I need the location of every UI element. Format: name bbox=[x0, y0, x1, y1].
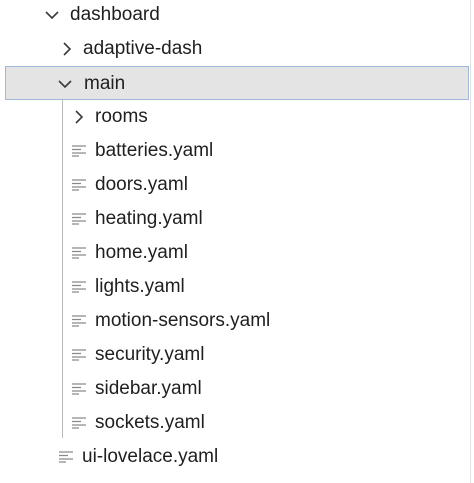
file-lines-icon bbox=[72, 349, 86, 361]
tree-item-home-yaml[interactable]: home.yaml bbox=[0, 236, 474, 270]
tree-item-sockets-yaml[interactable]: sockets.yaml bbox=[0, 406, 474, 440]
tree-item-dashboard[interactable]: dashboard bbox=[0, 0, 474, 32]
chevron-down-icon[interactable] bbox=[57, 76, 73, 92]
file-lines-icon bbox=[72, 281, 86, 293]
tree-item-label: motion-sensors.yaml bbox=[95, 310, 271, 331]
file-lines-icon bbox=[72, 179, 86, 191]
tree-item-label: lights.yaml bbox=[95, 276, 185, 297]
tree-item-lights-yaml[interactable]: lights.yaml bbox=[0, 270, 474, 304]
tree-item-rooms[interactable]: rooms bbox=[0, 100, 474, 134]
tree-item-label: ui-lovelace.yaml bbox=[82, 446, 219, 467]
tree-item-motion-sensors-yaml[interactable]: motion-sensors.yaml bbox=[0, 304, 474, 338]
tree-item-adaptive-dash[interactable]: adaptive-dash bbox=[0, 32, 474, 66]
tree-item-main[interactable]: main bbox=[5, 66, 469, 100]
tree-item-label: security.yaml bbox=[95, 344, 205, 365]
tree-item-label: adaptive-dash bbox=[83, 38, 203, 59]
chevron-right-icon[interactable] bbox=[71, 109, 87, 125]
file-explorer-tree: dashboard adaptive-dash main rooms batte… bbox=[0, 0, 474, 483]
tree-item-batteries-yaml[interactable]: batteries.yaml bbox=[0, 134, 474, 168]
file-lines-icon bbox=[72, 315, 86, 327]
tree-item-label: heating.yaml bbox=[95, 208, 203, 229]
file-lines-icon bbox=[72, 145, 86, 157]
chevron-down-icon[interactable] bbox=[44, 7, 60, 23]
file-lines-icon bbox=[59, 451, 73, 463]
tree-item-label: main bbox=[84, 73, 126, 94]
file-lines-icon bbox=[72, 383, 86, 395]
file-lines-icon bbox=[72, 247, 86, 259]
chevron-right-icon[interactable] bbox=[59, 41, 75, 57]
tree-item-label: rooms bbox=[95, 106, 148, 127]
tree-item-label: doors.yaml bbox=[95, 174, 188, 195]
tree-item-label: sidebar.yaml bbox=[95, 378, 202, 399]
panel-edge bbox=[470, 0, 471, 483]
file-lines-icon bbox=[72, 213, 86, 225]
tree-item-label: home.yaml bbox=[95, 242, 188, 263]
tree-item-label: batteries.yaml bbox=[95, 140, 214, 161]
tree-item-security-yaml[interactable]: security.yaml bbox=[0, 338, 474, 372]
tree-item-sidebar-yaml[interactable]: sidebar.yaml bbox=[0, 372, 474, 406]
tree-item-doors-yaml[interactable]: doors.yaml bbox=[0, 168, 474, 202]
tree-item-label: sockets.yaml bbox=[95, 412, 205, 433]
tree-item-label: dashboard bbox=[70, 4, 160, 25]
file-lines-icon bbox=[72, 417, 86, 429]
tree-item-ui-lovelace-yaml[interactable]: ui-lovelace.yaml bbox=[0, 440, 474, 474]
tree-item-heating-yaml[interactable]: heating.yaml bbox=[0, 202, 474, 236]
